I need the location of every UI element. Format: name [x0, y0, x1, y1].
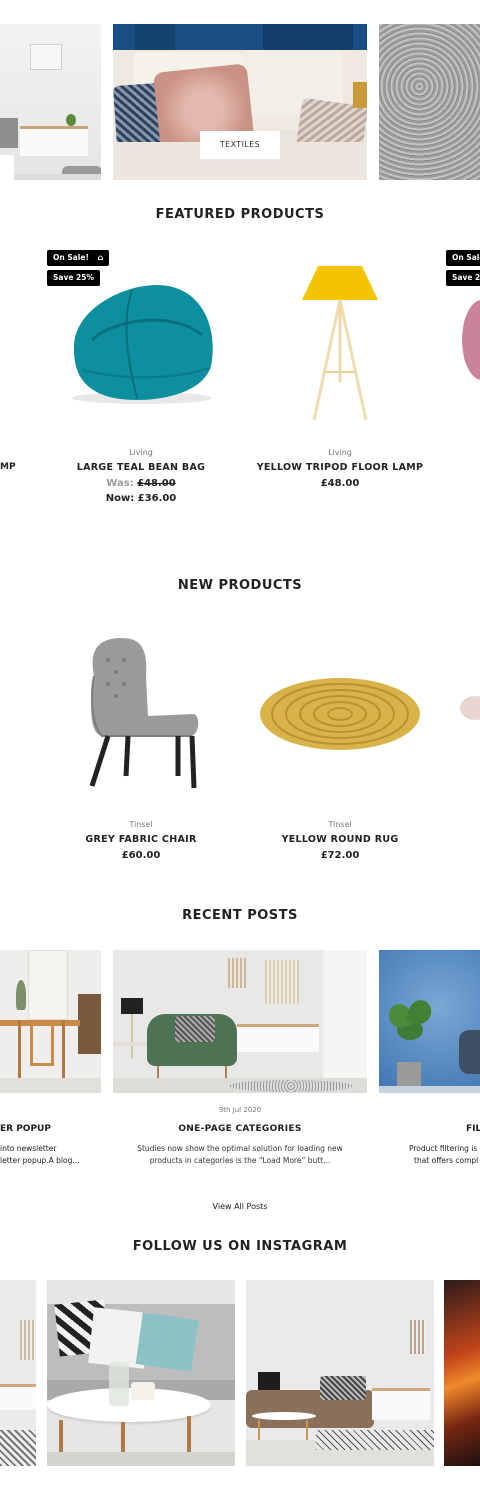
post-title[interactable]: ONE-PAGE CATEGORIES — [113, 1124, 367, 1134]
instagram-image[interactable] — [0, 1280, 36, 1466]
product-price: £60.00 — [121, 850, 161, 861]
product-category: Living — [328, 448, 352, 457]
product-was-price: Was: £48.00 — [106, 478, 176, 489]
wall-frame — [30, 44, 62, 70]
instagram-image[interactable] — [47, 1280, 235, 1466]
product-category: Tinsel — [129, 820, 153, 829]
new-products-title: NEW PRODUCTS — [177, 578, 303, 593]
post-image-right[interactable] — [379, 950, 480, 1093]
post-image-left[interactable] — [0, 950, 101, 1093]
black-lamp — [258, 1372, 280, 1390]
instagram-image[interactable] — [444, 1280, 480, 1466]
post-excerpt-partial: Product filtering is that offers compl — [409, 1144, 479, 1165]
instagram-image[interactable] — [246, 1280, 434, 1466]
black-lamp — [121, 998, 143, 1014]
product-image-partial[interactable] — [458, 690, 480, 730]
product-price: £48.00 — [320, 478, 360, 489]
product-category: Tinsel — [328, 820, 352, 829]
product-image-floor-lamp[interactable] — [300, 262, 380, 422]
product-name[interactable]: YELLOW ROUND RUG — [240, 834, 440, 845]
category-tile-rugs[interactable] — [379, 24, 480, 180]
post-excerpt: Studies now show the optimal solution fo… — [137, 1144, 343, 1165]
post-date: 9th Jul 2020 — [218, 1106, 262, 1114]
on-sale-badge: On Sale! ⌂ — [47, 250, 110, 266]
product-image-bean-bag[interactable] — [62, 280, 222, 410]
product-name[interactable]: YELLOW TRIPOD FLOOR LAMP — [240, 462, 440, 473]
recent-posts-title: RECENT POSTS — [182, 908, 298, 923]
product-name[interactable]: LARGE TEAL BEAN BAG — [41, 462, 241, 473]
tag-icon: ⌂ — [97, 253, 104, 262]
post-title-partial[interactable]: FIL — [466, 1124, 480, 1134]
product-category: Living — [129, 448, 153, 457]
category-tile-living[interactable] — [0, 24, 101, 180]
post-title-partial[interactable]: ER POPUP — [0, 1124, 51, 1134]
category-tile-textiles[interactable]: TEXTILES — [113, 24, 367, 180]
product-image-grey-chair[interactable] — [82, 636, 202, 792]
product-image-knot-cushion[interactable] — [462, 300, 480, 380]
product-price: £72.00 — [320, 850, 360, 861]
on-sale-badge: On Sale! — [446, 250, 480, 266]
sideboard — [20, 126, 88, 156]
view-all-posts-link[interactable]: View All Posts — [0, 1202, 480, 1211]
post-image-one-page-categories[interactable] — [113, 950, 367, 1093]
pillow-teal — [135, 1312, 199, 1372]
post-excerpt-partial: into newsletter letter popup.A blog... — [0, 1144, 80, 1165]
category-button-textiles[interactable]: TEXTILES — [200, 131, 280, 159]
save-badge: Save 20 — [446, 270, 480, 286]
product-name[interactable]: GREY FABRIC CHAIR — [41, 834, 241, 845]
featured-partial-product-name[interactable]: MP — [0, 462, 16, 472]
sideboard — [237, 1024, 319, 1052]
featured-products-title: FEATURED PRODUCTS — [155, 207, 325, 222]
instagram-title: FOLLOW US ON INSTAGRAM — [132, 1239, 348, 1254]
product-image-round-rug[interactable] — [258, 676, 422, 752]
product-now-price: Now: £36.00 — [105, 493, 177, 504]
